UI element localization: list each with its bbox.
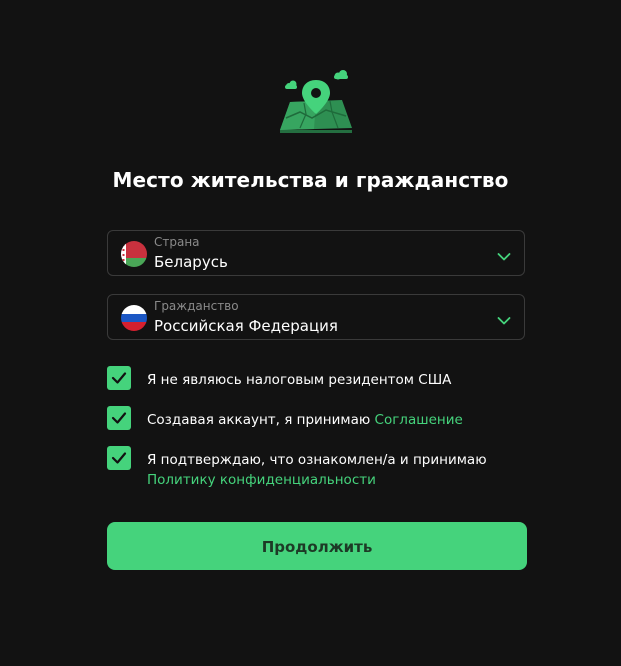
privacy-text-wrapper: Я подтверждаю, что ознакомлен/а и приним…: [147, 450, 487, 490]
agreement-text: Создавая аккаунт, я принимаю: [147, 412, 371, 428]
country-value: Беларусь: [154, 253, 228, 271]
privacy-link[interactable]: Политику конфиденциальности: [147, 472, 376, 488]
tax-resident-checkbox[interactable]: [107, 366, 131, 390]
checkmark-icon: [111, 372, 127, 384]
agreement-link[interactable]: Соглашение: [375, 412, 463, 428]
belarus-flag-icon: [121, 241, 147, 267]
citizenship-select[interactable]: Гражданство Российская Федерация: [107, 294, 525, 340]
privacy-text: Я подтверждаю, что ознакомлен/а и приним…: [147, 452, 487, 468]
continue-button[interactable]: Продолжить: [107, 522, 527, 570]
chevron-down-icon[interactable]: [497, 247, 511, 261]
country-label: Страна: [154, 235, 200, 249]
agreement-checkbox[interactable]: [107, 406, 131, 430]
country-select[interactable]: Страна Беларусь: [107, 230, 525, 276]
chevron-down-icon[interactable]: [497, 311, 511, 325]
map-pin-illustration: [276, 66, 356, 134]
citizenship-value: Российская Федерация: [154, 317, 338, 335]
privacy-checkbox[interactable]: [107, 446, 131, 470]
agreement-text-wrapper: Создавая аккаунт, я принимаю Соглашение: [147, 410, 463, 430]
checkmark-icon: [111, 452, 127, 464]
russia-flag-icon: [121, 305, 147, 331]
tax-resident-text: Я не являюсь налоговым резидентом США: [147, 372, 452, 388]
checkmark-icon: [111, 412, 127, 424]
page-title: Место жительства и гражданство: [112, 168, 509, 192]
citizenship-label: Гражданство: [154, 299, 239, 313]
